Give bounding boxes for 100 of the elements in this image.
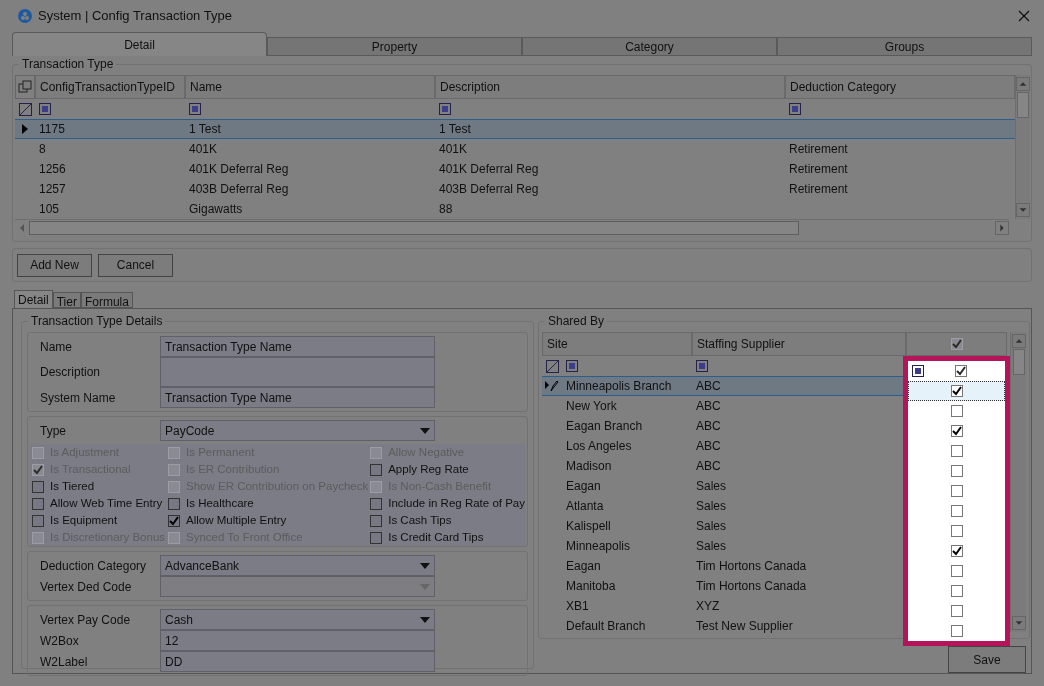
table-cell: 1256 [39, 162, 66, 176]
checkbox[interactable] [950, 405, 963, 417]
table-cell: Minneapolis [566, 539, 631, 553]
checkbox[interactable] [32, 497, 44, 510]
checkbox[interactable] [168, 497, 180, 510]
checkbox[interactable] [950, 565, 963, 577]
table-row[interactable]: 1257 403B Deferral Reg 403B Deferral Reg Retirement [15, 179, 1015, 199]
field-label: Description [39, 364, 102, 381]
scroll-down-icon[interactable] [1016, 203, 1030, 217]
close-icon[interactable] [1018, 10, 1030, 22]
table-row[interactable]: Atlanta Sales [542, 496, 906, 516]
table-row[interactable]: Madison ABC [542, 456, 906, 476]
checkbox[interactable] [32, 514, 44, 527]
tab[interactable]: Formula [80, 292, 133, 308]
tab[interactable]: Property [267, 37, 522, 56]
dropdown[interactable]: PayCode [160, 420, 435, 441]
dropdown[interactable]: Cash [160, 609, 435, 630]
tab[interactable]: Detail [14, 290, 53, 308]
check-icon [951, 426, 962, 436]
table-row[interactable]: Los Angeles ABC [542, 436, 906, 456]
scroll-thumb[interactable] [29, 220, 799, 235]
column-header[interactable]: Deduction Category [785, 75, 1015, 99]
table-cell: Retirement [789, 162, 848, 176]
scroll-down-icon[interactable] [1011, 616, 1026, 630]
column-header[interactable]: Name [185, 75, 435, 99]
vertical-scrollbar[interactable] [1010, 332, 1026, 632]
input-field[interactable]: DD [160, 651, 435, 672]
horizontal-scrollbar[interactable] [15, 219, 1009, 235]
dropdown[interactable]: AdvanceBank [160, 555, 435, 576]
group-title: Transaction Type [19, 57, 117, 71]
vertical-scrollbar[interactable] [1015, 75, 1030, 219]
table-row[interactable]: Kalispell Sales [542, 516, 906, 536]
column-header[interactable]: ConfigTransactionTypeID [35, 75, 185, 99]
scroll-up-icon[interactable] [1011, 334, 1026, 348]
checkbox[interactable] [950, 625, 963, 637]
checkbox[interactable] [950, 505, 963, 517]
input-field[interactable]: Transaction Type Name [160, 336, 435, 357]
column-header[interactable]: Staffing Supplier [692, 332, 906, 356]
scroll-thumb[interactable] [1012, 349, 1025, 375]
table-cell: 403B Deferral Reg [189, 182, 289, 196]
table-row[interactable]: XB1 XYZ [542, 596, 906, 616]
tab[interactable]: Groups [777, 37, 1032, 56]
caret-icon [420, 583, 430, 590]
table-cell: New York [566, 399, 617, 413]
table-row[interactable]: Eagan Sales [542, 476, 906, 496]
table-row[interactable]: 8 401K 401K Retirement [15, 139, 1015, 159]
input-field[interactable]: Transaction Type Name [160, 387, 435, 408]
column-header[interactable]: Site [542, 332, 692, 356]
table-row[interactable]: Default Branch Test New Supplier [542, 616, 906, 636]
checkbox[interactable] [168, 514, 180, 527]
table-row[interactable]: 105 Gigawatts 88 [15, 199, 1015, 219]
column-header[interactable]: Description [435, 75, 785, 99]
table-row[interactable]: 1256 401K Deferral Reg 401K Deferral Reg Retirement [15, 159, 1015, 179]
checkbox[interactable] [370, 497, 383, 510]
filter-editor-icon[interactable] [18, 102, 32, 116]
checkbox[interactable] [950, 425, 963, 437]
input-field[interactable]: 12 [160, 630, 435, 651]
checkbox[interactable] [950, 465, 963, 477]
checkbox[interactable] [950, 605, 963, 617]
table-row[interactable]: Minneapolis Branch ABC [542, 376, 906, 396]
checkbox[interactable] [950, 525, 963, 537]
filter-icon[interactable] [912, 365, 924, 377]
checkbox[interactable] [950, 338, 963, 350]
scroll-up-icon[interactable] [1016, 77, 1030, 91]
scroll-right-icon[interactable] [995, 220, 1009, 235]
table-row[interactable]: Minneapolis Sales [542, 536, 906, 556]
table-cell: XYZ [696, 599, 720, 613]
filter-editor-icon[interactable] [545, 359, 559, 373]
input-field[interactable] [160, 357, 435, 387]
table-row[interactable]: New York ABC [542, 396, 906, 416]
table-row[interactable]: 1175 1 Test 1 Test [15, 119, 1015, 139]
tab[interactable]: Category [522, 37, 777, 56]
action-button[interactable]: Cancel [98, 253, 173, 277]
table-row[interactable]: Eagan Branch ABC [542, 416, 906, 436]
scroll-thumb[interactable] [1017, 92, 1029, 118]
checkbox[interactable] [32, 480, 44, 493]
table-cell: Retirement [789, 182, 848, 196]
checkbox[interactable] [370, 531, 383, 544]
table-row[interactable]: Eagan Tim Hortons Canada [542, 556, 906, 576]
checkbox[interactable] [950, 385, 963, 397]
table-cell: ABC [696, 419, 721, 433]
checkbox[interactable] [370, 514, 383, 527]
tab[interactable]: Detail [12, 32, 267, 56]
save-button[interactable]: Save [948, 646, 1026, 673]
table-cell: Test New Supplier [696, 619, 793, 633]
app-logo-icon [18, 9, 32, 23]
checkbox[interactable] [370, 463, 383, 476]
table-cell: Gigawatts [189, 202, 243, 216]
field-label: Deduction Category [39, 557, 148, 575]
checkbox[interactable] [955, 365, 967, 377]
action-button[interactable]: Add New [17, 253, 92, 277]
checkbox[interactable] [950, 445, 963, 457]
column-chooser-icon[interactable] [18, 80, 32, 94]
checkbox[interactable] [950, 585, 963, 597]
tab[interactable]: Tier [52, 292, 81, 308]
checkbox[interactable] [950, 485, 963, 497]
table-cell: Kalispell [566, 519, 611, 533]
checkbox[interactable] [950, 545, 963, 557]
table-row[interactable]: Manitoba Tim Hortons Canada [542, 576, 906, 596]
table-cell[interactable] [908, 381, 1005, 401]
